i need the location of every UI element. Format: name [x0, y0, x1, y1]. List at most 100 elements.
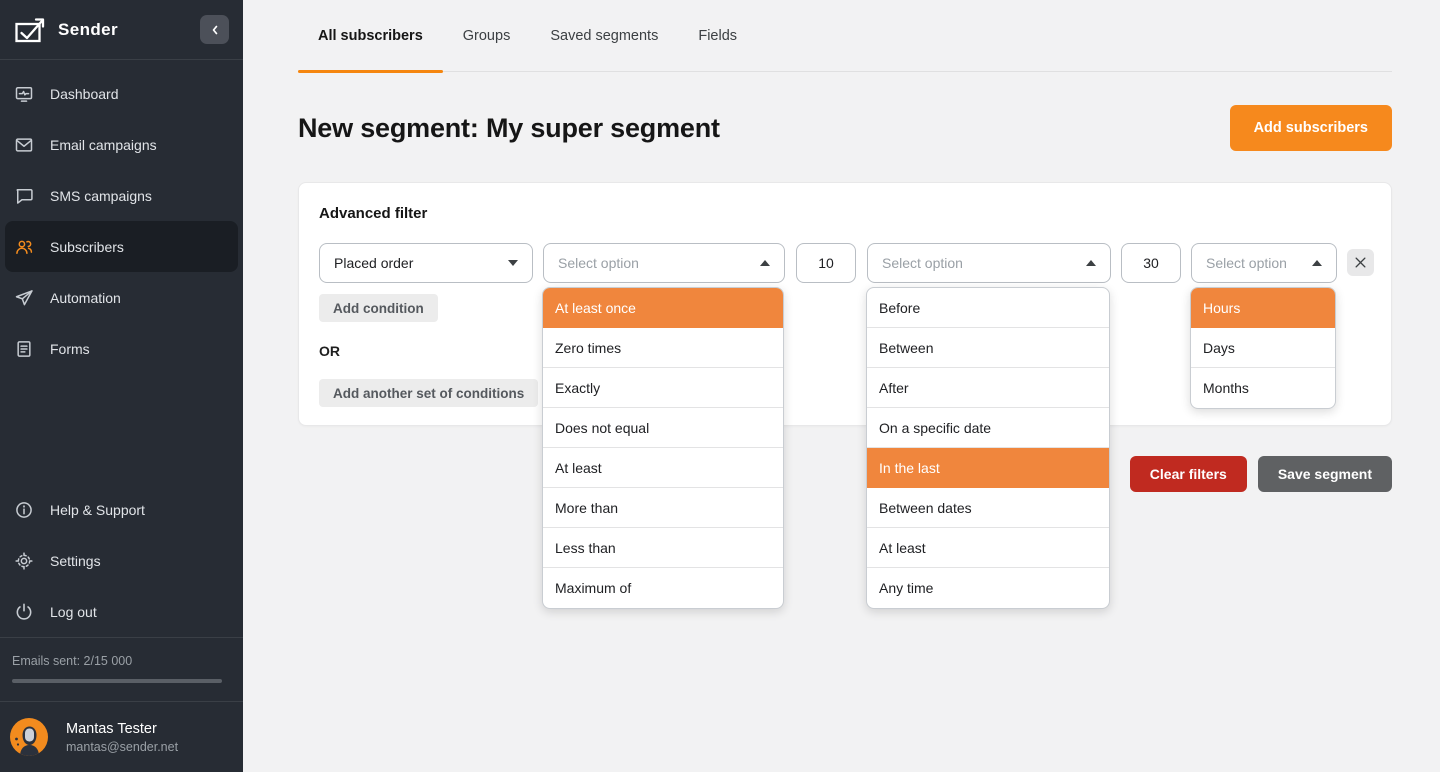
user-profile[interactable]: Mantas Tester mantas@sender.net — [0, 702, 243, 772]
sidebar: Sender Dashboard Email campaigns SMS cam… — [0, 0, 243, 772]
dropdown-option[interactable]: Less than — [543, 528, 783, 568]
unit-dropdown-list: Hours Days Months — [1190, 287, 1336, 409]
condition-select-value: Placed order — [334, 255, 413, 271]
sidebar-item-label: Dashboard — [50, 86, 119, 102]
dropdown-option[interactable]: Does not equal — [543, 408, 783, 448]
remove-condition-button[interactable] — [1347, 249, 1374, 276]
dropdown-option[interactable]: Before — [867, 288, 1109, 328]
sidebar-item-label: Log out — [50, 604, 97, 620]
amount-input[interactable] — [1121, 243, 1181, 283]
sidebar-item-label: SMS campaigns — [50, 188, 152, 204]
timeframe-select-placeholder: Select option — [882, 255, 963, 271]
user-info: Mantas Tester mantas@sender.net — [66, 721, 178, 754]
people-icon — [13, 236, 35, 258]
dropdown-option[interactable]: At least once — [543, 288, 783, 328]
sidebar-item-label: Email campaigns — [50, 137, 157, 153]
timeframe-dropdown-list: Before Between After On a specific date … — [866, 287, 1110, 609]
or-label: OR — [319, 343, 340, 359]
sidebar-bottom: Help & Support Settings Log out Emails s… — [0, 484, 243, 772]
usage-section: Emails sent: 2/15 000 — [0, 638, 243, 701]
add-condition-button[interactable]: Add condition — [319, 294, 438, 322]
chat-bubble-icon — [13, 185, 35, 207]
tab-all-subscribers[interactable]: All subscribers — [298, 0, 443, 71]
unit-select[interactable]: Select option — [1191, 243, 1337, 283]
dropdown-option[interactable]: Between dates — [867, 488, 1109, 528]
sidebar-collapse-button[interactable] — [200, 15, 229, 44]
sidebar-item-label: Subscribers — [50, 239, 124, 255]
tab-label: All subscribers — [318, 28, 423, 44]
dropdown-option[interactable]: Months — [1191, 368, 1335, 408]
sidebar-item-automation[interactable]: Automation — [0, 272, 243, 323]
sidebar-item-label: Forms — [50, 341, 90, 357]
operator-select[interactable]: Select option — [543, 243, 785, 283]
sidebar-item-forms[interactable]: Forms — [0, 323, 243, 374]
dropdown-option[interactable]: Between — [867, 328, 1109, 368]
sidebar-item-label: Settings — [50, 553, 101, 569]
close-icon — [1353, 255, 1368, 270]
sidebar-item-settings[interactable]: Settings — [0, 535, 243, 586]
timeframe-select[interactable]: Select option — [867, 243, 1111, 283]
main-content: All subscribers Groups Saved segments Fi… — [243, 0, 1440, 772]
gear-icon — [13, 550, 35, 572]
add-subscribers-button[interactable]: Add subscribers — [1230, 105, 1392, 151]
chevron-up-icon — [1312, 260, 1322, 266]
tab-bar: All subscribers Groups Saved segments Fi… — [298, 0, 1392, 72]
add-set-of-conditions-button[interactable]: Add another set of conditions — [319, 379, 538, 407]
chevron-left-icon — [208, 23, 222, 37]
tab-label: Fields — [698, 28, 737, 44]
dropdown-option[interactable]: Any time — [867, 568, 1109, 608]
sender-logo-icon — [14, 14, 46, 46]
sidebar-item-email-campaigns[interactable]: Email campaigns — [0, 119, 243, 170]
dropdown-option[interactable]: Days — [1191, 328, 1335, 368]
dropdown-option[interactable]: Exactly — [543, 368, 783, 408]
sidebar-nav: Dashboard Email campaigns SMS campaigns … — [0, 68, 243, 374]
advanced-filter-heading: Advanced filter — [319, 205, 427, 222]
tab-fields[interactable]: Fields — [678, 0, 757, 71]
save-segment-button[interactable]: Save segment — [1258, 456, 1392, 492]
brand-name: Sender — [58, 20, 118, 40]
tab-groups[interactable]: Groups — [443, 0, 531, 71]
sidebar-item-label: Automation — [50, 290, 121, 306]
chevron-down-icon — [508, 260, 518, 266]
sidebar-item-label: Help & Support — [50, 502, 145, 518]
dashboard-icon — [13, 83, 35, 105]
dropdown-option[interactable]: In the last — [867, 448, 1109, 488]
info-icon — [13, 499, 35, 521]
sidebar-item-dashboard[interactable]: Dashboard — [0, 68, 243, 119]
dropdown-option[interactable]: At least — [543, 448, 783, 488]
dropdown-option[interactable]: More than — [543, 488, 783, 528]
dropdown-option[interactable]: At least — [867, 528, 1109, 568]
form-icon — [13, 338, 35, 360]
unit-select-placeholder: Select option — [1206, 255, 1287, 271]
sidebar-logo-row: Sender — [0, 0, 243, 60]
emails-sent-label: Emails sent: 2/15 000 — [12, 654, 231, 668]
operator-dropdown-list: At least once Zero times Exactly Does no… — [542, 287, 784, 609]
power-icon — [13, 601, 35, 623]
paper-plane-icon — [13, 287, 35, 309]
clear-filters-button[interactable]: Clear filters — [1130, 456, 1247, 492]
segment-actions: Clear filters Save segment — [1130, 456, 1392, 492]
operator-select-placeholder: Select option — [558, 255, 639, 271]
sidebar-item-help-support[interactable]: Help & Support — [0, 484, 243, 535]
user-email: mantas@sender.net — [66, 740, 178, 754]
emails-sent-progress-bar — [12, 679, 222, 683]
user-name: Mantas Tester — [66, 721, 178, 737]
count-input[interactable] — [796, 243, 856, 283]
chevron-up-icon — [1086, 260, 1096, 266]
condition-select[interactable]: Placed order — [319, 243, 533, 283]
avatar — [10, 718, 48, 756]
dropdown-option[interactable]: After — [867, 368, 1109, 408]
sidebar-item-sms-campaigns[interactable]: SMS campaigns — [0, 170, 243, 221]
dropdown-option[interactable]: On a specific date — [867, 408, 1109, 448]
tab-label: Saved segments — [550, 28, 658, 44]
envelope-icon — [13, 134, 35, 156]
sidebar-item-log-out[interactable]: Log out — [0, 586, 243, 637]
page-title: New segment: My super segment — [298, 113, 720, 144]
dropdown-option[interactable]: Maximum of — [543, 568, 783, 608]
chevron-up-icon — [760, 260, 770, 266]
sidebar-item-subscribers[interactable]: Subscribers — [5, 221, 238, 272]
dropdown-option[interactable]: Zero times — [543, 328, 783, 368]
tab-saved-segments[interactable]: Saved segments — [530, 0, 678, 71]
dropdown-option[interactable]: Hours — [1191, 288, 1335, 328]
page-header: New segment: My super segment Add subscr… — [298, 105, 1392, 151]
